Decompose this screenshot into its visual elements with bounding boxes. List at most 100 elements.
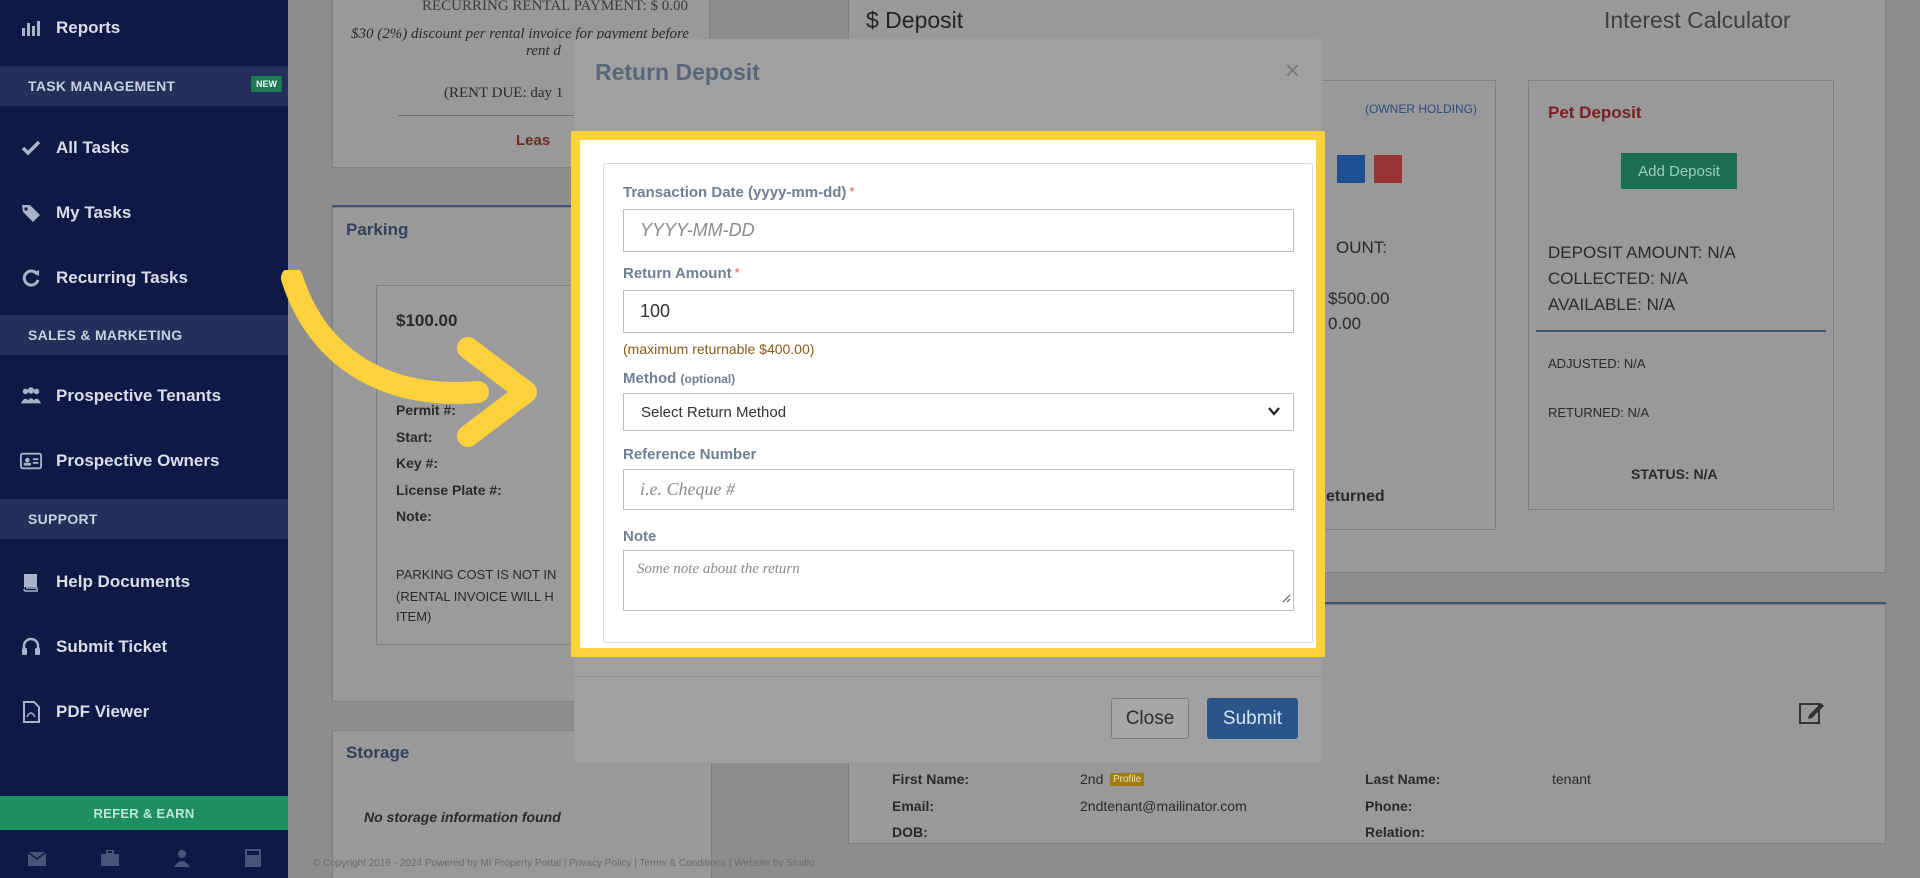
sidebar-item-help-documents[interactable]: Help Documents [0, 562, 288, 602]
highlight-frame: Transaction Date (yyyy-mm-dd) * YYYY-MM-D… [571, 131, 1325, 657]
profile-badge[interactable]: Profile [1110, 773, 1145, 786]
last-name-label: Last Name: [1365, 771, 1441, 787]
relation-label: Relation: [1365, 824, 1425, 840]
recurring-payment: RECURRING RENTAL PAYMENT: $ 0.00 [422, 0, 688, 14]
add-button[interactable] [1337, 155, 1365, 183]
last-name-value: tenant [1552, 771, 1591, 787]
sidebar-item-label: Submit Ticket [56, 637, 168, 656]
amount-0: 0.00 [1328, 314, 1362, 333]
sidebar-item-label: Recurring Tasks [56, 268, 188, 287]
annotation-arrow-icon [281, 270, 537, 447]
phone-label: Phone: [1365, 798, 1413, 814]
close-icon[interactable]: × [1285, 55, 1300, 86]
pdf-file-icon [20, 701, 42, 723]
user-icon[interactable] [173, 849, 190, 872]
refresh-icon [20, 267, 42, 289]
required-mark: * [734, 265, 740, 280]
status: STATUS: N/A [1631, 466, 1718, 482]
submit-button[interactable]: Submit [1207, 698, 1298, 739]
label-text: Return Amount [623, 265, 732, 282]
transaction-date-label: Transaction Date (yyyy-mm-dd) * [623, 184, 854, 201]
amount-500: $500.00 [1328, 289, 1390, 308]
close-button[interactable]: Close [1111, 698, 1189, 739]
section-label: SALES & MARKETING [28, 327, 183, 343]
add-deposit-button[interactable]: Add Deposit [1621, 153, 1737, 189]
owner-holding: (OWNER HOLDING) [1365, 102, 1477, 116]
reference-number-input[interactable]: i.e. Cheque # [623, 469, 1294, 510]
parking-cost-note-2: (RENTAL INVOICE WILL H [396, 589, 554, 604]
note-label: Note [623, 528, 657, 545]
rent-due: (RENT DUE: day 1 [444, 85, 564, 101]
sidebar-item-recurring-tasks[interactable]: Recurring Tasks [0, 258, 288, 298]
license-plate-label: License Plate #: [396, 482, 502, 498]
section-label: SUPPORT [28, 511, 98, 527]
refer-earn-button[interactable]: REFER & EARN [0, 796, 288, 830]
collected: COLLECTED: N/A [1548, 269, 1688, 288]
optional-text: (optional) [680, 372, 736, 386]
parking-title: Parking [346, 220, 409, 239]
available: AVAILABLE: N/A [1548, 295, 1675, 314]
note-placeholder: Some note about the return [637, 561, 800, 577]
no-storage: No storage information found [364, 809, 561, 825]
sidebar-bottom-bar [0, 842, 288, 878]
modal-footer-divider [574, 676, 1322, 677]
email-value: 2ndtenant@mailinator.com [1080, 798, 1247, 814]
discount-line-2: rent d [526, 43, 561, 59]
lease-link[interactable]: Leas [516, 132, 550, 149]
pet-deposit-title: Pet Deposit [1548, 103, 1642, 122]
parking-cost-note-3: ITEM) [396, 609, 432, 624]
sidebar-item-label: Reports [56, 18, 121, 37]
return-method-select[interactable]: Select Return Method [623, 393, 1294, 431]
envelope-icon[interactable] [27, 850, 46, 871]
return-amount-input[interactable]: 100 [623, 290, 1294, 333]
email-label: Email: [892, 798, 935, 814]
sidebar-item-label: Help Documents [56, 572, 191, 591]
method-label: Method (optional) [623, 370, 735, 387]
transaction-date-input[interactable]: YYYY-MM-DD [623, 209, 1294, 252]
sidebar-item-label: All Tasks [56, 138, 130, 157]
sidebar-item-label: PDF Viewer [56, 702, 150, 721]
note-label: Note: [396, 508, 432, 524]
edit-icon[interactable] [1799, 700, 1825, 729]
reference-number-label: Reference Number [623, 446, 757, 463]
sidebar-item-submit-ticket[interactable]: Submit Ticket [0, 627, 288, 667]
label-text: Transaction Date (yyyy-mm-dd) [623, 184, 847, 201]
briefcase-icon[interactable] [100, 848, 119, 871]
first-name-value: 2nd [1080, 771, 1104, 787]
selected-value: Select Return Method [641, 403, 787, 421]
return-deposit-form: Transaction Date (yyyy-mm-dd) * YYYY-MM-D… [603, 163, 1313, 643]
label-text: Method [623, 370, 677, 387]
sidebar-item-prospective-tenants[interactable]: Prospective Tenants [0, 376, 288, 416]
section-support: SUPPORT [0, 499, 288, 539]
return-amount-label: Return Amount * [623, 265, 740, 282]
sidebar-item-label: My Tasks [56, 203, 132, 222]
id-card-icon [20, 450, 42, 472]
storage-title: Storage [346, 743, 410, 762]
returned-label: eturned [1326, 488, 1385, 505]
section-task-management: TASK MANAGEMENT NEW [0, 66, 288, 106]
sidebar-item-prospective-owners[interactable]: Prospective Owners [0, 441, 288, 481]
tag-icon [20, 202, 42, 224]
deposit-title: $ Deposit [866, 7, 964, 33]
first-name-label: First Name: [892, 771, 970, 787]
amount-label: OUNT: [1336, 238, 1387, 257]
calculator-icon[interactable] [244, 848, 261, 872]
sidebar-item-pdf-viewer[interactable]: PDF Viewer [0, 692, 288, 732]
dob-label: DOB: [892, 824, 928, 840]
sidebar-item-label: Prospective Owners [56, 451, 220, 470]
headset-icon [20, 636, 42, 658]
sidebar-item-my-tasks[interactable]: My Tasks [0, 193, 288, 233]
parking-cost-note: PARKING COST IS NOT IN [396, 567, 557, 582]
delete-button[interactable] [1374, 155, 1402, 183]
max-returnable-hint: (maximum returnable $400.00) [623, 341, 815, 357]
sidebar-item-all-tasks[interactable]: All Tasks [0, 128, 288, 168]
sidebar-item-reports[interactable]: Reports [0, 8, 288, 48]
resize-handle-icon[interactable] [1281, 591, 1291, 608]
users-icon [20, 385, 42, 407]
deposit-amount: DEPOSIT AMOUNT: N/A [1548, 243, 1736, 262]
required-mark: * [849, 184, 855, 199]
interest-calculator-link[interactable]: Interest Calculator [1604, 7, 1791, 34]
book-icon [20, 571, 42, 593]
check-icon [20, 137, 42, 159]
note-textarea[interactable]: Some note about the return [623, 550, 1294, 611]
